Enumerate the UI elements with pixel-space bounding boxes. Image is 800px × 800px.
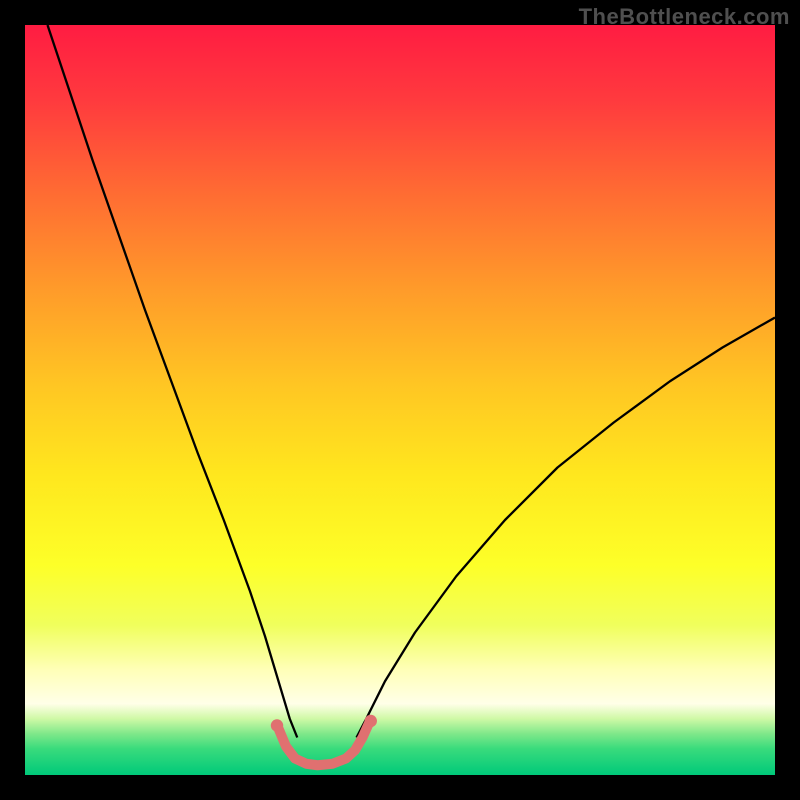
chart-stage: TheBottleneck.com (0, 0, 800, 800)
watermark-text: TheBottleneck.com (579, 4, 790, 30)
trough-endpoint-0 (271, 719, 283, 731)
chart-svg (25, 25, 775, 775)
trough-endpoint-1 (365, 715, 377, 727)
gradient-bg (25, 25, 775, 775)
